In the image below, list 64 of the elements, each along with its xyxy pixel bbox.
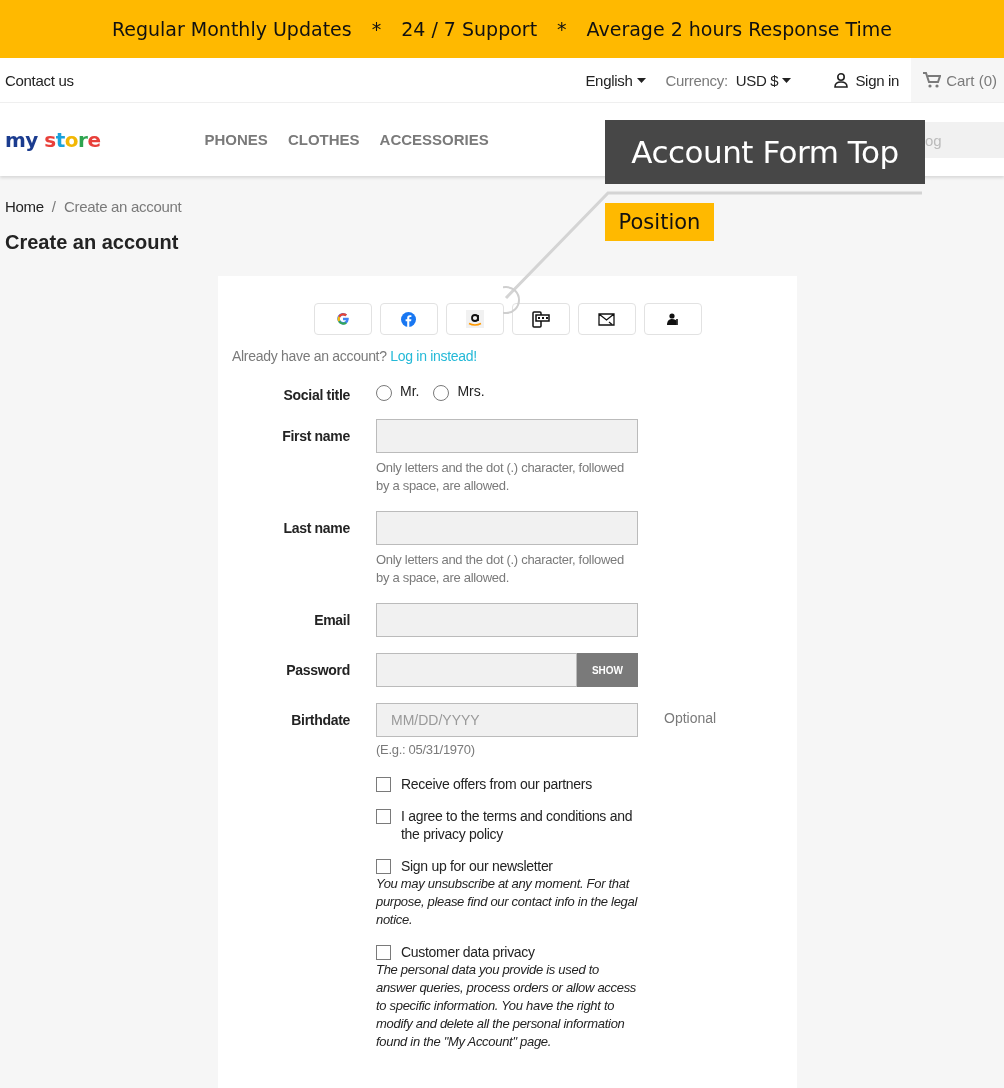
- banner-text: 24 / 7 Support: [401, 18, 538, 40]
- checkbox-label: Customer data privacy: [401, 943, 535, 961]
- annotation-label: Account Form Top: [605, 120, 925, 184]
- checkbox-label: Receive offers from our partners: [401, 775, 592, 793]
- banner-text: *: [557, 18, 567, 40]
- field-hint: Only letters and the dot (.) character, followed by a space, are allowed.: [376, 459, 625, 495]
- checkbox[interactable]: [376, 777, 391, 792]
- store-logo[interactable]: my store: [5, 127, 101, 152]
- google-icon: [335, 312, 350, 326]
- banner-text: Regular Monthly Updates: [111, 18, 352, 40]
- checkbox[interactable]: [376, 859, 391, 874]
- breadcrumb-separator: /: [51, 198, 56, 217]
- field-label: Password: [285, 661, 350, 678]
- radio-label: Mr.: [400, 383, 420, 399]
- phone-icon: [531, 310, 550, 328]
- social-login-button[interactable]: [511, 303, 570, 335]
- checkbox[interactable]: [376, 809, 391, 824]
- field-label: Social title: [282, 386, 350, 403]
- field-label: Birthdate: [290, 711, 350, 728]
- social-login-button[interactable]: [577, 303, 636, 335]
- contact-link[interactable]: Contact us: [0, 71, 74, 89]
- field-hint: Only letters and the dot (.) character, followed by a space, are allowed.: [376, 551, 625, 587]
- optional-label: Optional: [664, 709, 718, 726]
- checkbox-label: I agree to the terms and conditions and the privacy policy: [401, 807, 634, 843]
- facebook-icon: [401, 311, 416, 327]
- input-field[interactable]: [376, 419, 638, 453]
- amazon-icon: [465, 310, 484, 328]
- position-tag: Position: [605, 203, 714, 241]
- checkbox[interactable]: [376, 945, 391, 960]
- user-icon: [666, 313, 679, 325]
- caret-icon: [782, 77, 792, 83]
- user-icon: [833, 72, 850, 88]
- field-label: First name: [281, 427, 350, 444]
- banner-text: *: [371, 18, 382, 40]
- cart-icon: [923, 72, 942, 88]
- breadcrumb-link[interactable]: Home: [5, 198, 44, 218]
- checkbox-note: The personal data you provide is used to answer queries, process orders or allow access to specific information. You have the right to modify and delete all the personal information found in the "My Account" page.: [376, 961, 638, 1051]
- checkbox-note: You may unsubscribe at any moment. For that purpose, please find our contact info in the legal notice.: [376, 875, 638, 929]
- social-login-button[interactable]: [643, 303, 702, 335]
- field-label: Email: [313, 611, 350, 628]
- input-field[interactable]: [376, 511, 638, 545]
- menu-item[interactable]: CLOTHES: [287, 131, 360, 148]
- cart-link[interactable]: Cart (0): [911, 58, 1004, 102]
- breadcrumb-link[interactable]: Create an account: [64, 198, 182, 218]
- email-icon: [598, 312, 615, 326]
- page-title: Create an account: [5, 231, 180, 255]
- menu-item[interactable]: ACCESSORIES: [379, 131, 489, 148]
- checkbox-label: Sign up for our newsletter: [401, 857, 553, 875]
- field-label: Last name: [282, 519, 350, 536]
- currency-dropdown[interactable]: Currency: USD $: [665, 71, 792, 89]
- password-field[interactable]: [376, 653, 577, 687]
- sign-in-link[interactable]: Sign in: [833, 71, 900, 89]
- social-login-button[interactable]: [445, 303, 504, 335]
- date-field[interactable]: MM/DD/YYYY: [376, 703, 638, 737]
- field-hint: (E.g.: 05/31/1970): [376, 741, 476, 759]
- login-link[interactable]: Log in instead!: [390, 348, 477, 364]
- show-password-button[interactable]: SHOW: [577, 653, 638, 687]
- input-field[interactable]: [376, 603, 638, 637]
- login-prompt: Already have an account? Log in instead!: [232, 348, 478, 364]
- menu-item[interactable]: PHONES: [204, 131, 268, 148]
- language-dropdown[interactable]: English: [585, 71, 646, 89]
- caret-icon: [636, 77, 646, 83]
- radio-label: Mrs.: [457, 383, 485, 399]
- banner-text: Average 2 hours Response Time: [586, 18, 893, 40]
